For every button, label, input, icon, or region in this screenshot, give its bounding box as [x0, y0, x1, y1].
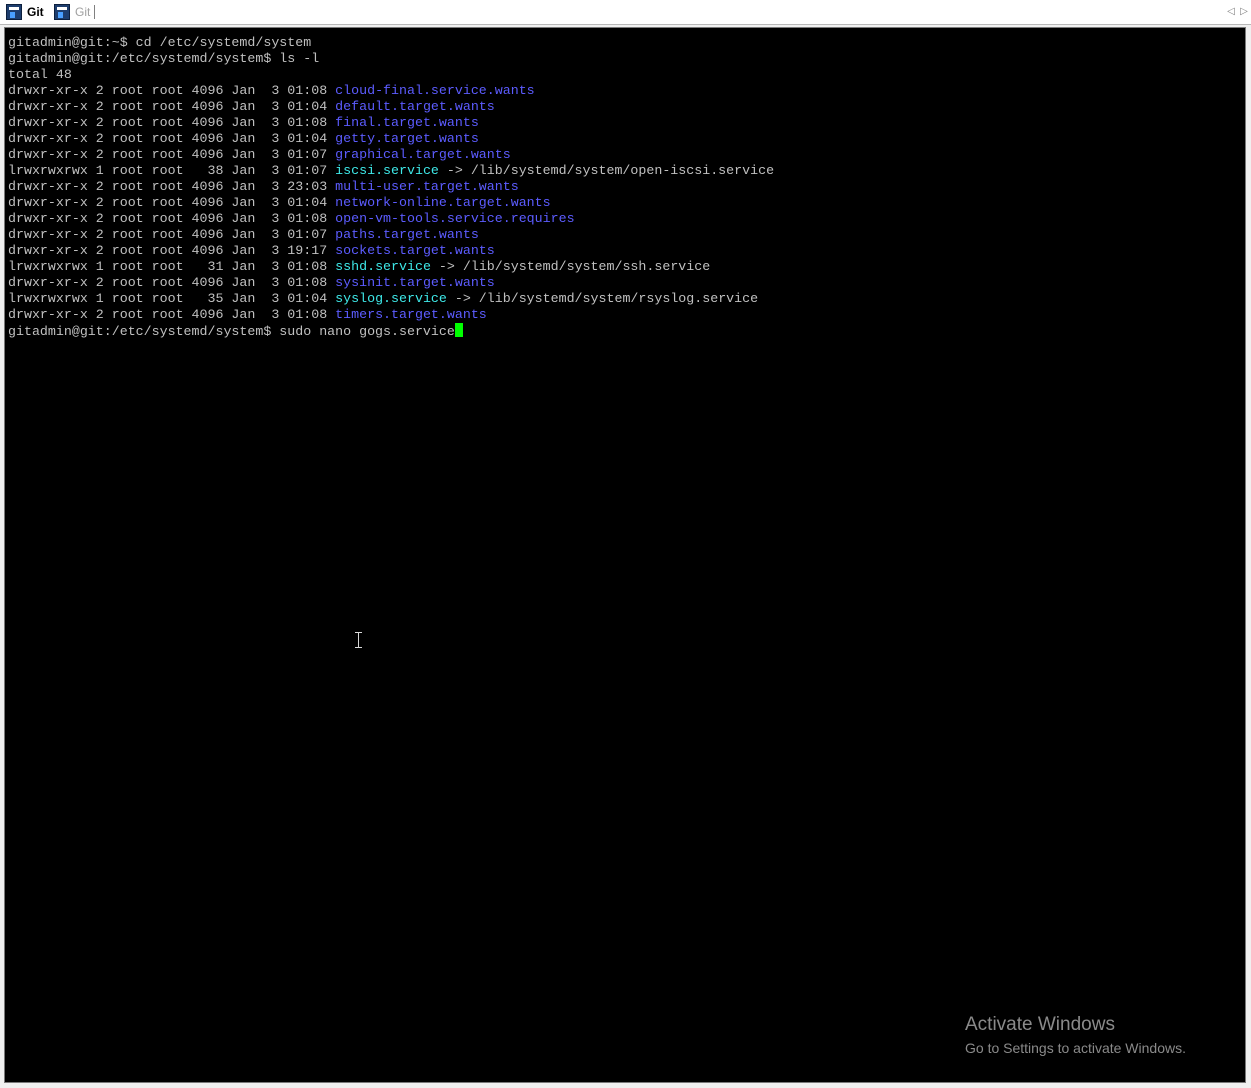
terminal-output: gitadmin@git:~$ cd /etc/systemd/system gi…	[8, 35, 774, 339]
terminal-cursor	[454, 323, 463, 337]
putty-icon	[6, 4, 22, 20]
terminal-line: gitadmin@git:/etc/systemd/system$ ls -l	[8, 51, 774, 67]
terminal-text: drwxr-xr-x 2 root root 4096 Jan 3 01:04	[8, 99, 336, 114]
terminal-line: drwxr-xr-x 2 root root 4096 Jan 3 01:07 …	[8, 227, 774, 243]
directory-entry: paths.target.wants	[335, 227, 479, 242]
terminal-text: drwxr-xr-x 2 root root 4096 Jan 3 01:07	[8, 147, 336, 162]
terminal-line: lrwxrwxrwx 1 root root 38 Jan 3 01:07 is…	[8, 163, 774, 179]
tab-bar: Git Git ◁ ▷	[0, 0, 1251, 25]
terminal-text: drwxr-xr-x 2 root root 4096 Jan 3 01:08	[8, 211, 336, 226]
terminal-line: drwxr-xr-x 2 root root 4096 Jan 3 23:03 …	[8, 179, 774, 195]
terminal-window: Git Git ◁ ▷ gitadmin@git:~$ cd /etc/syst…	[0, 0, 1251, 1088]
terminal-line: total 48	[8, 67, 774, 83]
directory-entry: sysinit.target.wants	[335, 275, 495, 290]
directory-entry: multi-user.target.wants	[335, 179, 519, 194]
terminal-line: drwxr-xr-x 2 root root 4096 Jan 3 01:04 …	[8, 195, 774, 211]
terminal-text: gitadmin@git:~$ cd /etc/systemd/system	[8, 35, 312, 50]
terminal-text: lrwxrwxrwx 1 root root 35 Jan 3 01:04	[8, 291, 336, 306]
directory-entry: timers.target.wants	[335, 307, 487, 322]
directory-entry: final.target.wants	[335, 115, 479, 130]
directory-entry: graphical.target.wants	[335, 147, 511, 162]
terminal-text: -> /lib/systemd/system/open-iscsi.servic…	[438, 163, 775, 178]
terminal-text: drwxr-xr-x 2 root root 4096 Jan 3 19:17	[8, 243, 336, 258]
terminal-line: lrwxrwxrwx 1 root root 31 Jan 3 01:08 ss…	[8, 259, 774, 275]
text-cursor-icon	[355, 632, 363, 648]
terminal-line: drwxr-xr-x 2 root root 4096 Jan 3 01:07 …	[8, 147, 774, 163]
terminal-line: gitadmin@git:~$ cd /etc/systemd/system	[8, 35, 774, 51]
scroll-left-icon[interactable]: ◁	[1226, 5, 1236, 19]
terminal-text: drwxr-xr-x 2 root root 4096 Jan 3 23:03	[8, 179, 336, 194]
terminal-screen[interactable]: gitadmin@git:~$ cd /etc/systemd/system gi…	[4, 27, 1246, 1083]
watermark-subtitle: Go to Settings to activate Windows.	[965, 1040, 1186, 1056]
terminal-text: -> /lib/systemd/system/ssh.service	[430, 259, 711, 274]
directory-entry: default.target.wants	[335, 99, 495, 114]
scroll-right-icon[interactable]: ▷	[1239, 5, 1249, 19]
tab-separator	[94, 5, 95, 19]
terminal-text: drwxr-xr-x 2 root root 4096 Jan 3 01:08	[8, 307, 336, 322]
terminal-text: lrwxrwxrwx 1 root root 31 Jan 3 01:08	[8, 259, 336, 274]
directory-entry: cloud-final.service.wants	[335, 83, 535, 98]
terminal-line: drwxr-xr-x 2 root root 4096 Jan 3 01:08 …	[8, 275, 774, 291]
directory-entry: getty.target.wants	[335, 131, 479, 146]
terminal-text: total 48	[8, 67, 72, 82]
terminal-line: drwxr-xr-x 2 root root 4096 Jan 3 01:08 …	[8, 115, 774, 131]
tab-label: Git	[27, 5, 44, 19]
terminal-text: drwxr-xr-x 2 root root 4096 Jan 3 01:08	[8, 83, 336, 98]
putty-icon	[54, 4, 70, 20]
terminal-text: -> /lib/systemd/system/rsyslog.service	[446, 291, 759, 306]
watermark-title: Activate Windows	[965, 1014, 1115, 1035]
terminal-text: drwxr-xr-x 2 root root 4096 Jan 3 01:07	[8, 227, 336, 242]
tab-label: Git	[75, 5, 91, 19]
tab-git-active[interactable]: Git	[6, 2, 44, 22]
activate-windows-watermark: Activate Windows Go to Settings to activ…	[965, 1012, 1186, 1058]
terminal-text: drwxr-xr-x 2 root root 4096 Jan 3 01:04	[8, 131, 336, 146]
directory-entry: open-vm-tools.service.requires	[335, 211, 575, 226]
terminal-text: gitadmin@git:/etc/systemd/system$ ls -l	[8, 51, 320, 66]
directory-entry: network-online.target.wants	[335, 195, 551, 210]
terminal-line: drwxr-xr-x 2 root root 4096 Jan 3 01:08 …	[8, 211, 774, 227]
terminal-line: lrwxrwxrwx 1 root root 35 Jan 3 01:04 sy…	[8, 291, 774, 307]
terminal-text: drwxr-xr-x 2 root root 4096 Jan 3 01:08	[8, 275, 336, 290]
terminal-line: drwxr-xr-x 2 root root 4096 Jan 3 19:17 …	[8, 243, 774, 259]
terminal-text: gitadmin@git:/etc/systemd/system$ sudo n…	[8, 324, 455, 339]
terminal-text: drwxr-xr-x 2 root root 4096 Jan 3 01:04	[8, 195, 336, 210]
terminal-line: drwxr-xr-x 2 root root 4096 Jan 3 01:04 …	[8, 99, 774, 115]
terminal-line: drwxr-xr-x 2 root root 4096 Jan 3 01:04 …	[8, 131, 774, 147]
directory-entry: sockets.target.wants	[335, 243, 495, 258]
symlink-entry: sshd.service	[335, 259, 431, 274]
terminal-line: drwxr-xr-x 2 root root 4096 Jan 3 01:08 …	[8, 307, 774, 323]
terminal-text: drwxr-xr-x 2 root root 4096 Jan 3 01:08	[8, 115, 336, 130]
tab-git-inactive[interactable]: Git	[54, 2, 90, 22]
terminal-line: drwxr-xr-x 2 root root 4096 Jan 3 01:08 …	[8, 83, 774, 99]
terminal-line: gitadmin@git:/etc/systemd/system$ sudo n…	[8, 323, 774, 339]
symlink-entry: iscsi.service	[335, 163, 439, 178]
symlink-entry: syslog.service	[335, 291, 447, 306]
terminal-text: lrwxrwxrwx 1 root root 38 Jan 3 01:07	[8, 163, 336, 178]
